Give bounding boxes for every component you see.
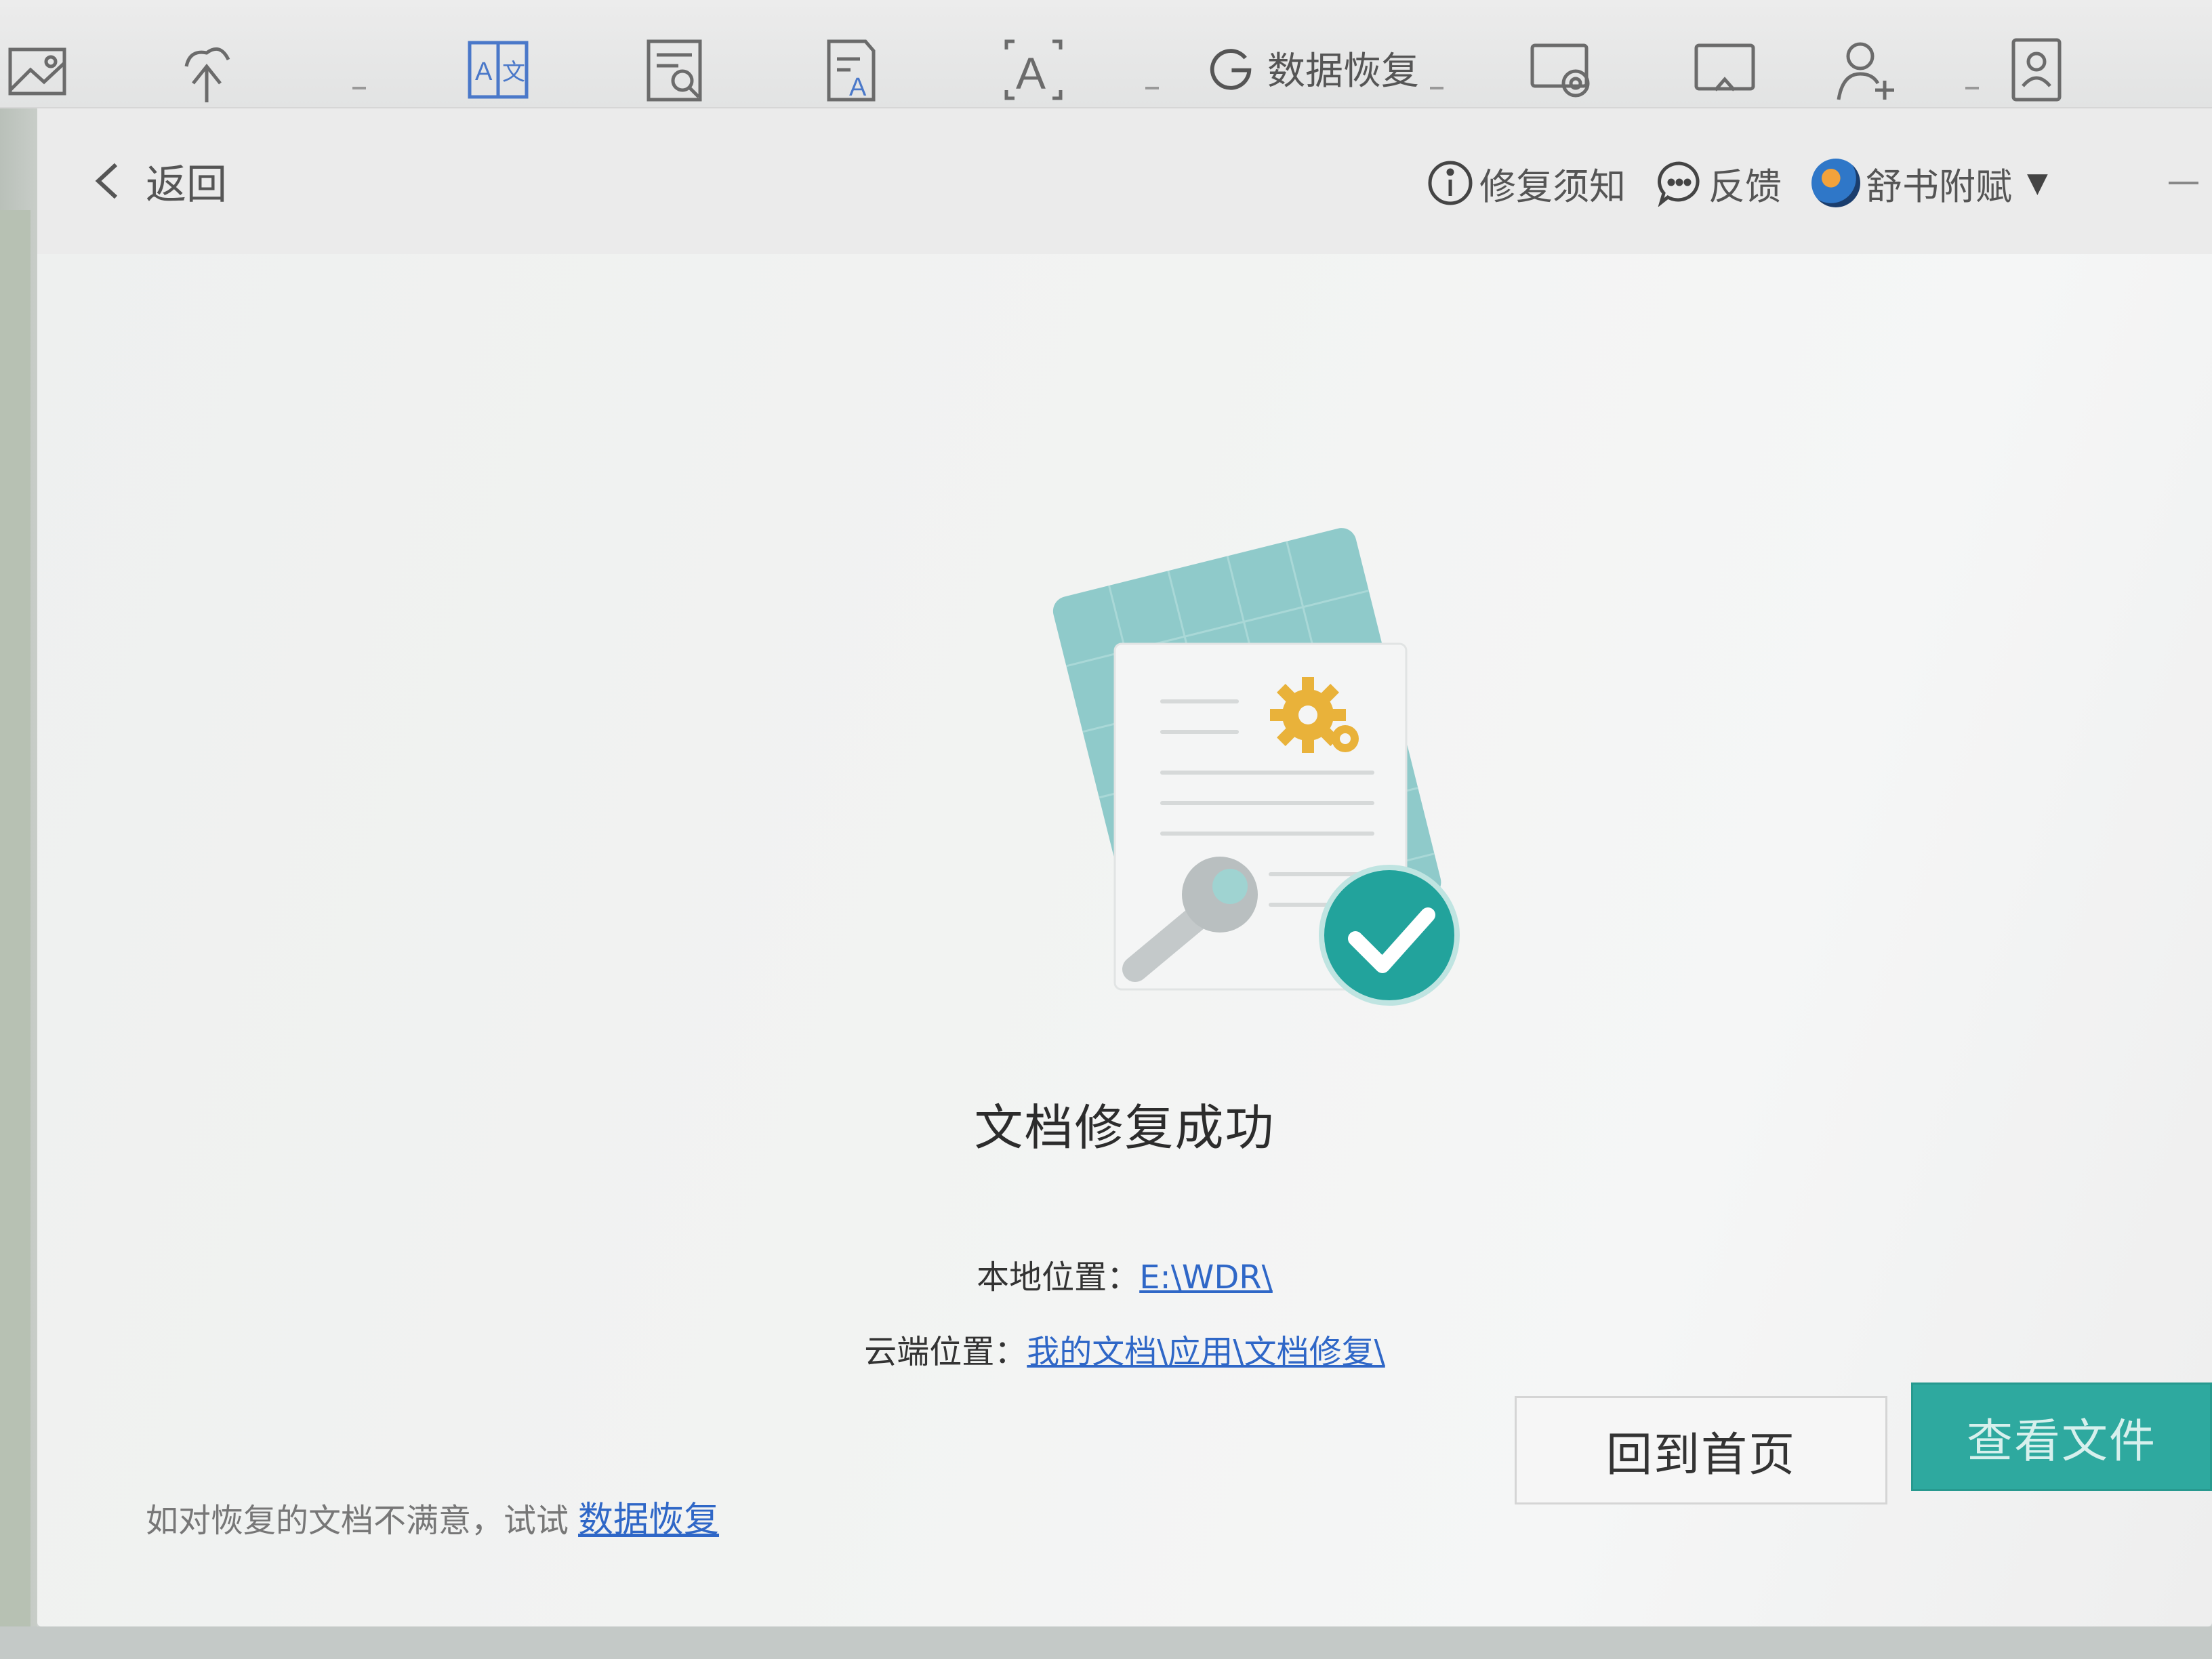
user-menu[interactable]: 舒书附赋 ▼ — [1811, 157, 2048, 210]
ribbon-separator — [1145, 87, 1159, 89]
local-location-row: 本地位置：E:\WDR\ — [37, 1250, 2212, 1298]
host-status-strip — [0, 1626, 2212, 1659]
repair-notice-label: 修复须知 — [1479, 165, 1626, 208]
svg-text:A: A — [849, 73, 867, 102]
footer-note: 如对恢复的文档不满意，试试 数据恢复 — [146, 1491, 719, 1542]
user-name: 舒书附赋 — [1866, 165, 2012, 208]
repair-result-dialog: 返回 修复须知 反馈 舒书附赋 ▼ 文档修复成功 本地位置：E:\WDR\ 云端… — [37, 108, 2212, 1626]
cloud-location-link[interactable]: 我的文档\应用\文档修复\ — [1027, 1333, 1385, 1371]
avatar — [1811, 159, 1860, 207]
local-location-label: 本地位置： — [977, 1258, 1140, 1296]
data-recovery-ribbon-button[interactable]: 数据恢复 — [1206, 41, 1419, 95]
chevron-left-icon — [95, 163, 118, 199]
data-recovery-link[interactable]: 数据恢复 — [578, 1491, 719, 1542]
feedback-button[interactable]: 反馈 — [1656, 157, 1782, 210]
minimize-icon[interactable] — [2169, 182, 2198, 184]
back-to-home-button[interactable]: 回到首页 — [1515, 1396, 1887, 1504]
local-location-link[interactable]: E:\WDR\ — [1139, 1258, 1273, 1296]
document-search-icon[interactable] — [637, 33, 712, 107]
image-frame-icon[interactable] — [0, 33, 75, 107]
chat-bubble-icon — [1658, 161, 1700, 207]
document-font-icon[interactable]: A — [813, 33, 888, 107]
repair-success-illustration — [1052, 528, 1460, 1006]
feedback-label: 反馈 — [1708, 165, 1782, 208]
id-card-icon[interactable] — [1999, 33, 2074, 107]
cloud-location-label: 云端位置： — [864, 1333, 1027, 1371]
status-title: 文档修复成功 — [974, 1099, 1275, 1156]
svg-text:A: A — [1016, 48, 1046, 98]
translate-icon[interactable]: A文 — [461, 33, 535, 107]
repair-notice-button[interactable]: 修复须知 — [1427, 157, 1626, 210]
header-actions: 修复须知 反馈 舒书附赋 ▼ — [1427, 146, 2048, 220]
check-circle-icon — [1319, 865, 1460, 1006]
svg-text:A: A — [475, 58, 493, 86]
host-ribbon: A文 A A 数据恢复 — [0, 0, 2212, 108]
cloud-location-row: 云端位置：我的文档\应用\文档修复\ — [37, 1325, 2212, 1372]
footer-note-text: 如对恢复的文档不满意，试试 — [146, 1502, 569, 1540]
svg-text:文: 文 — [502, 60, 525, 85]
text-box-icon[interactable]: A — [996, 33, 1071, 107]
dialog-header: 返回 修复须知 反馈 舒书附赋 ▼ — [37, 108, 2212, 254]
recovery-g-icon — [1210, 49, 1252, 90]
data-recovery-label: 数据恢复 — [1267, 49, 1419, 94]
ribbon-separator — [1965, 87, 1979, 89]
screenshot-icon[interactable] — [1687, 33, 1762, 107]
ribbon-separator — [1430, 87, 1443, 89]
back-button[interactable]: 返回 — [91, 150, 227, 211]
host-left-strip — [0, 210, 30, 1659]
caret-down-icon: ▼ — [2027, 167, 2048, 199]
back-label: 返回 — [146, 161, 227, 209]
screen-record-icon[interactable] — [1525, 33, 1599, 107]
cloud-upload-icon[interactable] — [169, 33, 244, 107]
info-icon — [1428, 161, 1473, 205]
add-user-icon[interactable] — [1830, 33, 1904, 107]
ribbon-separator — [352, 87, 366, 89]
view-file-button[interactable]: 查看文件 — [1911, 1382, 2212, 1491]
